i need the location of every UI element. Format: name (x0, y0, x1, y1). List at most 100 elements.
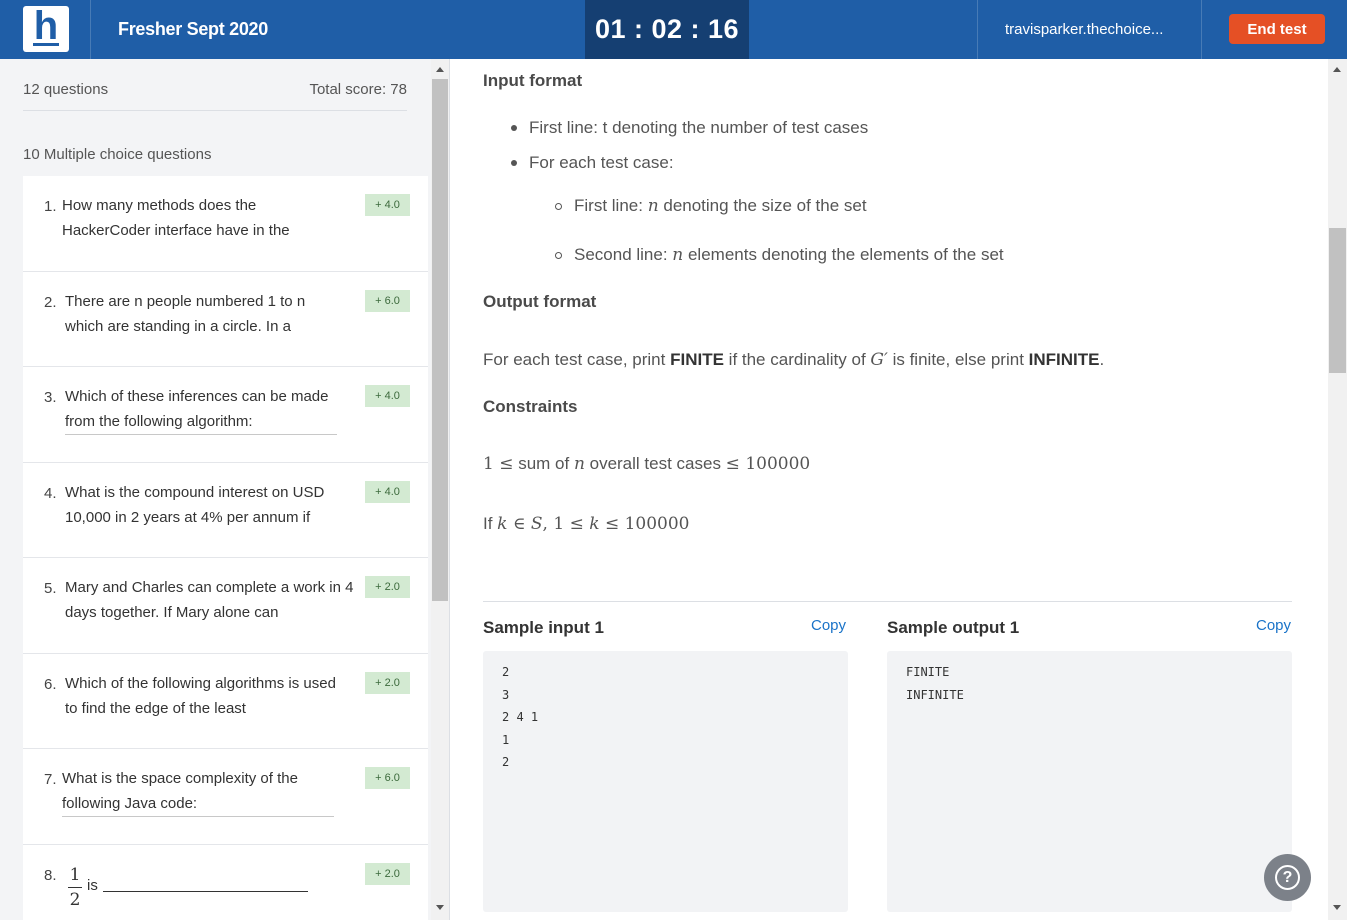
math-var: k (497, 514, 508, 534)
input-bullet-text: First line: t denoting the number of tes… (529, 118, 869, 137)
sub-bullet-icon (555, 252, 562, 259)
keyword: FINITE (670, 350, 724, 369)
math-var: G′ (870, 350, 888, 370)
keyword: INFINITE (1028, 350, 1100, 369)
text-part: elements denoting the elements of the se… (683, 245, 1004, 264)
code-underline (65, 434, 337, 435)
question-count: 12 questions (23, 81, 109, 98)
math-expr: 1 ≤ (483, 454, 514, 474)
username-label[interactable]: travisparker.thechoice... (1005, 0, 1163, 59)
sample-input-title: Sample input 1 (483, 618, 604, 637)
test-title: Fresher Sept 2020 (118, 19, 268, 39)
copy-input-button[interactable]: Copy (811, 617, 846, 634)
score-badge: + 4.0 (365, 194, 410, 216)
fraction-numerator: 1 (69, 864, 81, 885)
question-number: 3. (44, 389, 57, 406)
question-text: What is the compound interest on USD 10,… (65, 483, 325, 526)
sidebar-divider (23, 110, 407, 111)
question-item[interactable]: 2. There are n people numbered 1 to n wh… (23, 272, 428, 367)
question-number: 5. (44, 580, 57, 597)
math-expr: ≤ 100000 (599, 514, 690, 534)
question-item[interactable]: 4. What is the compound interest on USD … (23, 463, 428, 558)
question-item[interactable]: 6. Which of the following algorithms is … (23, 654, 428, 749)
header-divider (1201, 0, 1202, 59)
scroll-down-icon[interactable] (436, 905, 444, 910)
question-number: 1. (44, 198, 57, 215)
question-text: Which of these inferences can be made fr… (65, 388, 329, 430)
question-text: There are n people numbered 1 to n which… (65, 292, 306, 335)
sub-bullet-icon (555, 203, 562, 210)
sample-output-box[interactable]: FINITE INFINITE (887, 651, 1292, 912)
question-item[interactable]: 3. Which of these inferences can be made… (23, 367, 428, 463)
bullet-icon (511, 125, 517, 131)
total-score: Total score: 78 (309, 81, 407, 98)
text-part: For each test case, print (483, 350, 671, 369)
score-badge: + 4.0 (365, 480, 410, 503)
question-item[interactable]: 5. Mary and Charles can complete a work … (23, 558, 428, 654)
math-var: n (672, 245, 684, 265)
scroll-down-icon[interactable] (1333, 905, 1341, 910)
bullet-icon (511, 160, 517, 166)
output-format-heading: Output format (483, 292, 597, 311)
question-item[interactable]: 7. What is the space complexity of the f… (23, 749, 428, 845)
math-var: S (530, 514, 543, 534)
question-number: 7. (44, 771, 57, 788)
question-item[interactable]: 1. How many methods does the HackerCoder… (23, 176, 428, 272)
constraint-line: If k ∈ S, 1 ≤ k ≤ 100000 (483, 514, 690, 534)
constraint-line: 1 ≤ sum of n overall test cases ≤ 100000 (483, 454, 810, 474)
main-scrollbar[interactable] (1328, 59, 1347, 920)
question-number: 4. (44, 484, 57, 502)
score-badge: + 6.0 (365, 767, 410, 789)
section-label: 10 Multiple choice questions (23, 146, 212, 163)
question-sidebar: 12 questions Total score: 78 10 Multiple… (0, 59, 450, 920)
scroll-up-icon[interactable] (436, 67, 444, 72)
fill-blank-line (103, 890, 308, 892)
problem-panel: Input format First line: t denoting the … (450, 59, 1328, 920)
sample-input-box[interactable]: 2 3 2 4 1 1 2 (483, 651, 848, 912)
score-badge: + 2.0 (365, 671, 410, 694)
code-line: FINITE (906, 665, 950, 679)
fraction-denominator: 2 (69, 889, 81, 910)
sidebar-summary: 12 questions Total score: 78 (23, 81, 407, 98)
sub-bullet-text: First line: n denoting the size of the s… (574, 196, 867, 216)
question-item[interactable]: 8. 1 2 is + 2.0 (23, 845, 428, 920)
main-scrollbar-thumb[interactable] (1329, 228, 1346, 373)
score-badge: + 2.0 (365, 862, 410, 885)
question-number: 6. (44, 675, 57, 693)
end-test-button[interactable]: End test (1229, 14, 1325, 44)
fraction: 1 2 (68, 865, 82, 910)
text-part: . (1099, 350, 1105, 369)
input-bullet-text: For each test case: (529, 153, 674, 172)
question-text: How many methods does the HackerCoder in… (62, 197, 290, 239)
math-var: n (647, 196, 659, 216)
text-part: First line: (574, 196, 648, 215)
question-text: What is the space complexity of the foll… (62, 770, 298, 812)
score-badge: + 4.0 (365, 385, 410, 407)
math-expr: ≤ 100000 (725, 454, 811, 474)
math-var: k (589, 514, 600, 534)
text-part: Second line: (574, 245, 673, 264)
question-number: 8. (44, 866, 57, 884)
code-line: 2 4 1 (502, 710, 539, 724)
text-part: if the cardinality of (723, 350, 871, 369)
code-line: 3 (502, 687, 510, 702)
copy-output-button[interactable]: Copy (1256, 617, 1291, 634)
text-part: is finite, else print (887, 350, 1029, 369)
math-expr: ∈ (507, 514, 531, 534)
sample-output-title: Sample output 1 (887, 618, 1020, 637)
help-button[interactable]: ? (1264, 854, 1311, 901)
question-number: 2. (44, 293, 57, 311)
code-line: 2 (502, 755, 510, 769)
logo-underline (33, 43, 59, 46)
hackerearth-logo-icon[interactable]: h (23, 6, 69, 52)
countdown-timer: 01 : 02 : 16 (585, 0, 749, 59)
text-part: If (483, 514, 498, 533)
scroll-up-icon[interactable] (1333, 67, 1341, 72)
math-var: n (573, 454, 585, 474)
sub-bullet-text: Second line: n elements denoting the ele… (574, 245, 1004, 265)
sidebar-scrollbar-thumb[interactable] (432, 79, 448, 601)
code-underline (62, 816, 334, 817)
question-text: is (87, 876, 98, 894)
output-format-text: For each test case, print FINITE if the … (483, 350, 1104, 370)
code-line: INFINITE (906, 687, 964, 702)
